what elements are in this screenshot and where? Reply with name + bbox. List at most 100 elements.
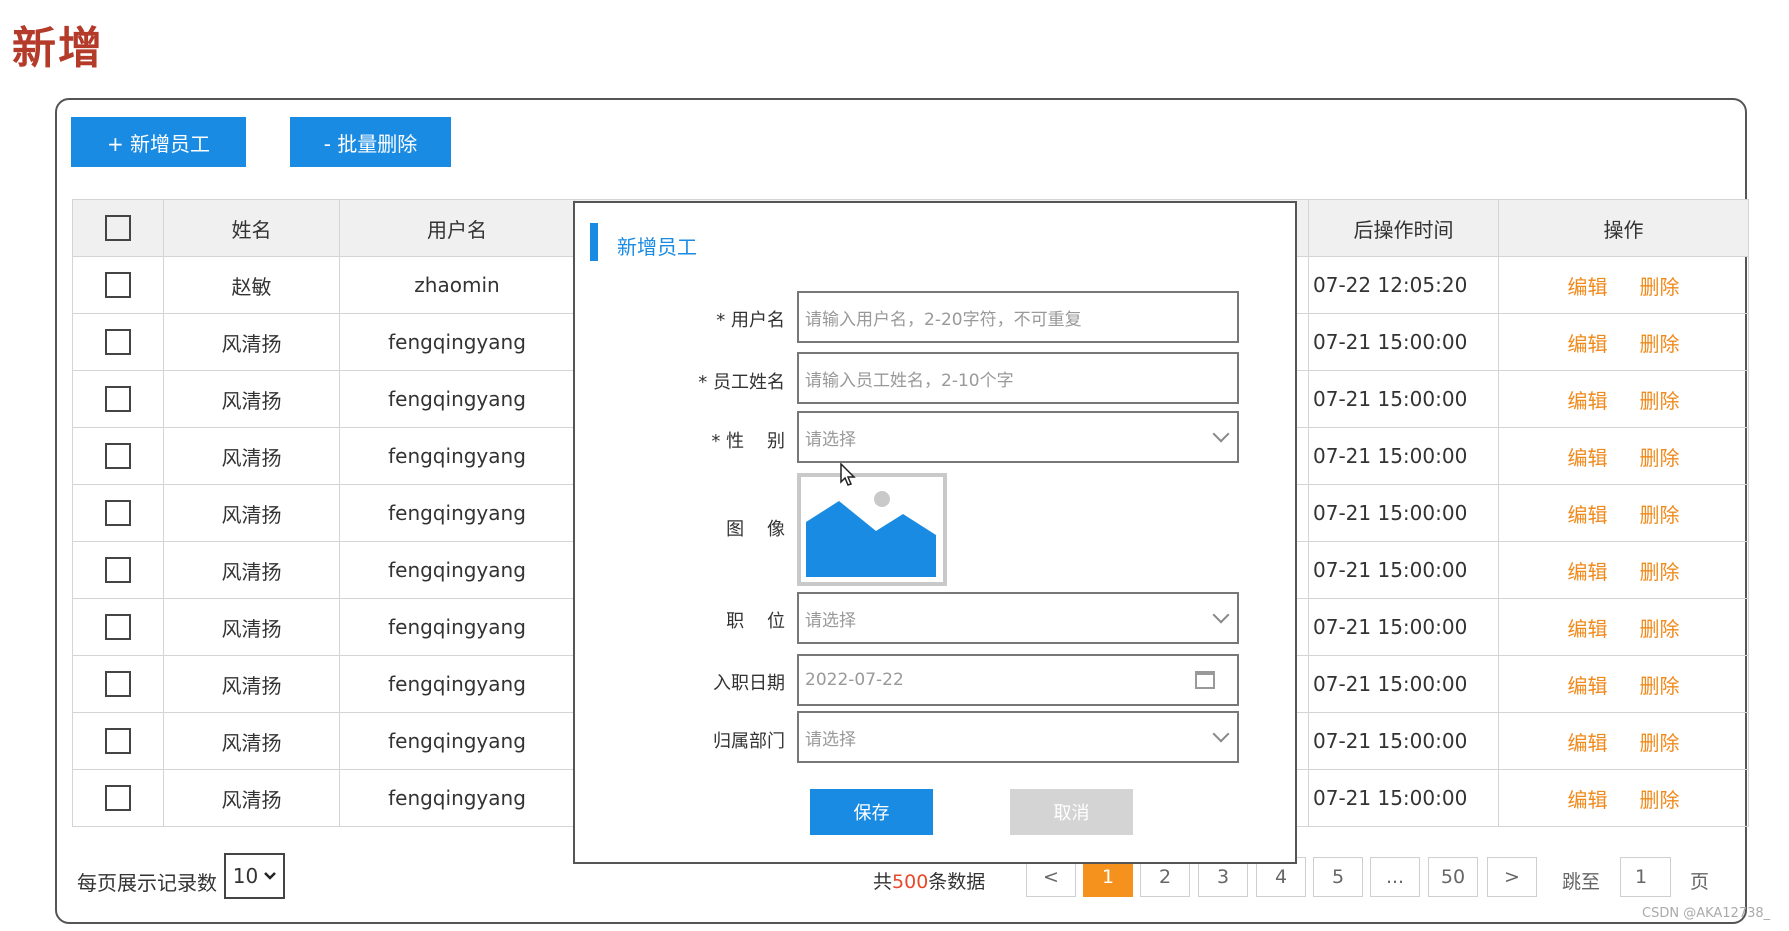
cell-last-op-time: 07-21 15:00:00 [1308, 769, 1499, 827]
page-button-5[interactable]: 5 [1313, 857, 1363, 897]
delete-link[interactable]: 删除 [1640, 275, 1680, 299]
gender-select[interactable]: 请选择 [797, 411, 1239, 463]
row-select-cell [72, 541, 164, 599]
dialog-title-accent [590, 223, 598, 261]
header-actions: 操作 [1498, 199, 1749, 257]
delete-link[interactable]: 删除 [1640, 617, 1680, 641]
edit-link[interactable]: 编辑 [1568, 560, 1608, 584]
row-select-cell [72, 655, 164, 713]
employee-name-label: * 员工姓名 [698, 372, 785, 393]
cell-actions: 编辑 删除 [1498, 541, 1749, 599]
edit-link[interactable]: 编辑 [1568, 503, 1608, 527]
cell-last-op-time: 07-21 15:00:00 [1308, 370, 1499, 428]
chevron-down-icon [1212, 725, 1230, 743]
cell-last-op-time: 07-21 15:00:00 [1308, 712, 1499, 770]
cell-actions: 编辑 删除 [1498, 769, 1749, 827]
row-checkbox[interactable] [105, 557, 131, 584]
total-prefix: 共 [873, 871, 893, 893]
delete-link[interactable]: 删除 [1640, 674, 1680, 698]
cell-actions: 编辑 删除 [1498, 427, 1749, 485]
edit-link[interactable]: 编辑 [1568, 788, 1608, 812]
cell-last-op-time: 07-21 15:00:00 [1308, 541, 1499, 599]
page-size-label: 每页展示记录数 [77, 871, 217, 895]
select-all-cell [72, 199, 164, 257]
image-placeholder-icon [806, 491, 936, 577]
username-input[interactable]: 请输入用户名，2-20字符，不可重复 [797, 291, 1239, 343]
position-select-placeholder: 请选择 [805, 610, 856, 631]
cell-name: 风清扬 [163, 484, 340, 542]
department-select[interactable]: 请选择 [797, 711, 1239, 763]
header-name: 姓名 [163, 199, 340, 257]
position-select[interactable]: 请选择 [797, 592, 1239, 644]
row-checkbox[interactable] [105, 671, 131, 698]
batch-delete-button[interactable]: - 批量删除 [290, 117, 451, 167]
delete-link[interactable]: 删除 [1640, 560, 1680, 584]
page-size-select[interactable]: 10 [224, 853, 285, 899]
edit-link[interactable]: 编辑 [1568, 275, 1608, 299]
cell-actions: 编辑 删除 [1498, 370, 1749, 428]
cell-username: fengqingyang [339, 370, 575, 428]
page-button-50[interactable]: 50 [1428, 857, 1478, 897]
edit-link[interactable]: 编辑 [1568, 332, 1608, 356]
department-label: 归属部门 [713, 731, 785, 752]
total-count-text: 共500条数据 [873, 867, 985, 894]
cell-last-op-time: 07-21 15:00:00 [1308, 427, 1499, 485]
row-checkbox[interactable] [105, 329, 131, 356]
row-checkbox[interactable] [105, 785, 131, 812]
row-checkbox[interactable] [105, 500, 131, 527]
edit-link[interactable]: 编辑 [1568, 617, 1608, 641]
hire-date-value: 2022-07-22 [805, 670, 904, 690]
cancel-button[interactable]: 取消 [1010, 789, 1133, 835]
employee-name-input[interactable]: 请输入员工姓名，2-10个字 [797, 352, 1239, 404]
cell-actions: 编辑 删除 [1498, 655, 1749, 713]
row-checkbox[interactable] [105, 386, 131, 413]
department-select-placeholder: 请选择 [805, 729, 856, 750]
page-suffix: 页 [1690, 871, 1710, 893]
watermark: CSDN @AKA12738_ [1642, 906, 1771, 921]
row-select-cell [72, 769, 164, 827]
edit-link[interactable]: 编辑 [1568, 731, 1608, 755]
page-size-value: 10 [232, 864, 259, 888]
cell-actions: 编辑 删除 [1498, 313, 1749, 371]
chevron-down-icon [264, 872, 277, 880]
save-button[interactable]: 保存 [810, 789, 933, 835]
delete-link[interactable]: 删除 [1640, 389, 1680, 413]
edit-link[interactable]: 编辑 [1568, 389, 1608, 413]
delete-link[interactable]: 删除 [1640, 731, 1680, 755]
edit-link[interactable]: 编辑 [1568, 674, 1608, 698]
delete-link[interactable]: 删除 [1640, 788, 1680, 812]
calendar-icon[interactable] [1195, 671, 1215, 689]
delete-link[interactable]: 删除 [1640, 446, 1680, 470]
gender-select-placeholder: 请选择 [805, 429, 856, 450]
cell-name: 风清扬 [163, 427, 340, 485]
total-suffix: 条数据 [928, 871, 986, 893]
add-employee-button[interactable]: + 新增员工 [71, 117, 246, 167]
image-label: 图 像 [726, 519, 785, 540]
cell-last-op-time: 07-21 15:00:00 [1308, 598, 1499, 656]
page-title: 新增 [12, 23, 104, 74]
row-checkbox[interactable] [105, 443, 131, 470]
image-upload[interactable] [797, 473, 947, 586]
delete-link[interactable]: 删除 [1640, 332, 1680, 356]
row-select-cell [72, 427, 164, 485]
row-checkbox[interactable] [105, 728, 131, 755]
page-ellipsis: ... [1370, 857, 1420, 897]
hire-date-input[interactable]: 2022-07-22 [797, 654, 1239, 706]
row-select-cell [72, 370, 164, 428]
jump-label: 跳至 [1562, 871, 1601, 893]
dialog-title: 新增员工 [617, 235, 697, 259]
row-checkbox[interactable] [105, 272, 131, 299]
header-username: 用户名 [339, 199, 575, 257]
select-all-checkbox[interactable] [105, 215, 131, 242]
row-select-cell [72, 598, 164, 656]
cell-name: 风清扬 [163, 541, 340, 599]
delete-link[interactable]: 删除 [1640, 503, 1680, 527]
jump-page-input[interactable]: 1 [1620, 857, 1671, 897]
row-checkbox[interactable] [105, 614, 131, 641]
row-select-cell [72, 712, 164, 770]
username-label: * 用户名 [716, 310, 785, 331]
edit-link[interactable]: 编辑 [1568, 446, 1608, 470]
cell-username: fengqingyang [339, 598, 575, 656]
cell-last-op-time: 07-21 15:00:00 [1308, 313, 1499, 371]
next-page-button[interactable]: > [1487, 857, 1537, 897]
